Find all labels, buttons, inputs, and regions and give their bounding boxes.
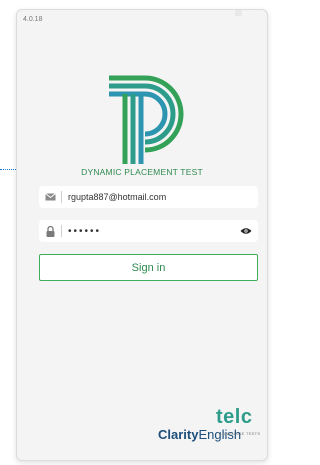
field-separator (61, 191, 62, 203)
lock-icon (39, 225, 61, 237)
brand-title: DYNAMIC PLACEMENT TEST (81, 167, 203, 177)
email-value[interactable]: rgupta887@hotmail.com (68, 192, 258, 202)
telc-tagline: LANGUAGE TESTS (220, 431, 261, 436)
telc-logo: telc (216, 406, 253, 428)
clarity-logo-bold: Clarity (158, 427, 199, 442)
password-field[interactable]: •••••• (39, 220, 258, 242)
envelope-icon (39, 193, 61, 201)
email-field[interactable]: rgupta887@hotmail.com (39, 186, 258, 208)
field-separator (61, 225, 62, 237)
dpt-logo-icon (109, 75, 184, 164)
tablet-screen: 4.0.18 DYNAMIC PLACEMENT TEST rgupta887@… (16, 9, 268, 461)
version-label: 4.0.18 (23, 16, 43, 23)
eye-icon[interactable] (234, 227, 258, 235)
status-notch (235, 10, 242, 16)
password-value[interactable]: •••••• (68, 226, 234, 237)
sign-in-button[interactable]: Sign in (39, 254, 258, 281)
